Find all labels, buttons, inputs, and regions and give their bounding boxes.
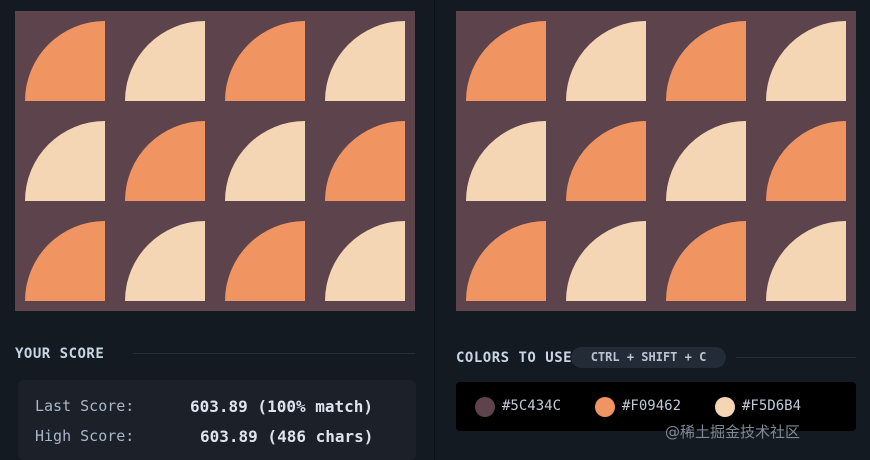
- color-swatch: [715, 397, 735, 417]
- color-hex-label: #5C434C: [502, 398, 562, 414]
- target-image: [456, 11, 856, 311]
- last-score-value: 603.89 (100% match): [190, 397, 374, 416]
- watermark: @稀土掘金技术社区: [665, 423, 801, 441]
- colors-divider: [736, 357, 856, 358]
- score-box: Last Score: 603.89 (100% match) High Sco…: [18, 380, 416, 460]
- output-panel: YOUR SCORE Last Score: 603.89 (100% matc…: [0, 0, 434, 460]
- target-panel: COLORS TO USE CTRL + SHIFT + C #5C434C #…: [436, 0, 870, 460]
- output-preview[interactable]: [15, 11, 415, 311]
- copy-shortcut-badge: CTRL + SHIFT + C: [571, 347, 726, 368]
- high-score-label: High Score:: [35, 427, 135, 445]
- score-heading: YOUR SCORE: [15, 346, 105, 362]
- color-swatch: [595, 397, 615, 417]
- color-swatch: [475, 397, 495, 417]
- last-score-label: Last Score:: [35, 397, 135, 415]
- score-divider: [133, 353, 415, 354]
- output-art: [15, 11, 415, 311]
- high-score-value: 603.89 (486 chars): [200, 427, 374, 446]
- colors-heading: COLORS TO USE: [456, 350, 573, 366]
- color-hex-label: #F5D6B4: [742, 398, 802, 414]
- target-art: [456, 11, 856, 311]
- panel-divider: [434, 0, 435, 460]
- color-hex-label: #F09462: [622, 398, 682, 414]
